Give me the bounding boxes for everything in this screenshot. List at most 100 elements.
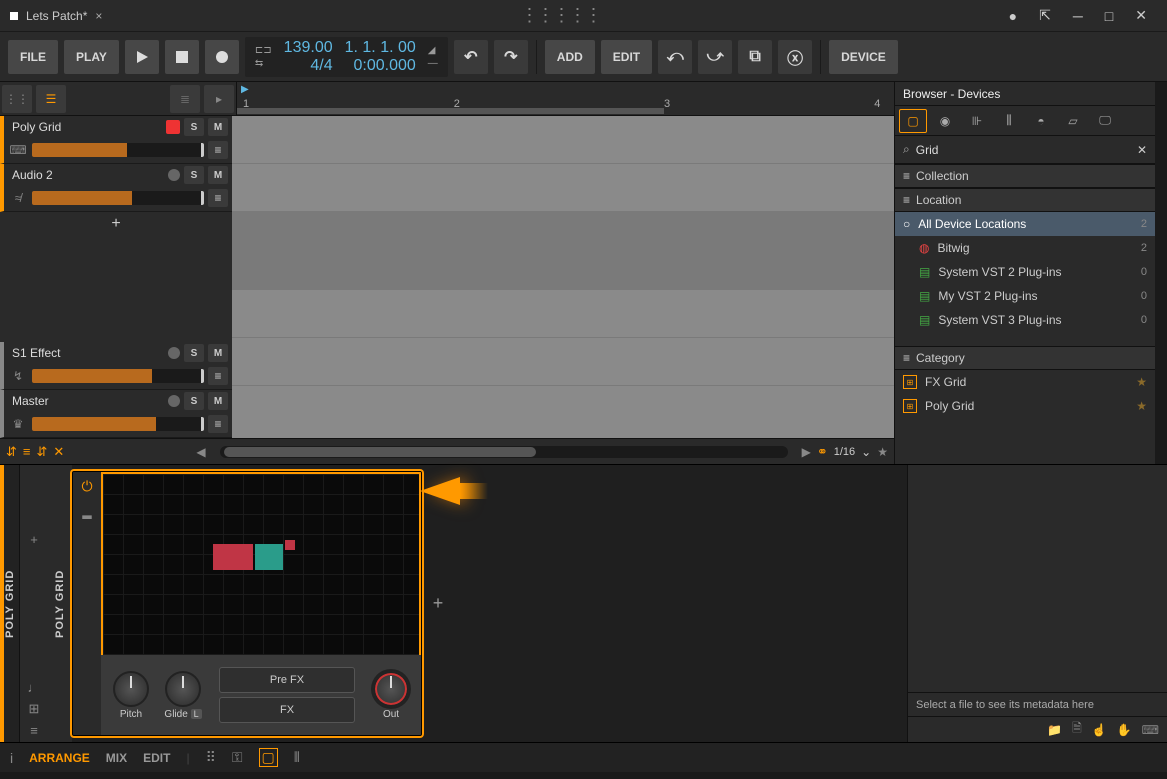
- collapse-icon[interactable]: ⇵: [37, 444, 48, 460]
- chain-strip[interactable]: POLY GRID: [0, 465, 20, 742]
- record-arm-icon[interactable]: [168, 395, 180, 407]
- mute-button[interactable]: M: [208, 392, 228, 410]
- multisamples-tab-icon[interactable]: ⫼: [995, 109, 1023, 133]
- zoom-value[interactable]: 1/16: [834, 446, 855, 458]
- keyboard-icon[interactable]: ⌨: [1142, 723, 1159, 737]
- location-item[interactable]: ▤ System VST 2 Plug-ins 0: [895, 260, 1155, 284]
- power-icon[interactable]: ⏻: [81, 478, 92, 495]
- note-icon[interactable]: ♩: [28, 680, 41, 695]
- panel-square-icon[interactable]: ▢: [259, 748, 278, 767]
- device-button[interactable]: DEVICE: [829, 40, 898, 74]
- category-item[interactable]: ⊞ FX Grid ★: [895, 370, 1155, 394]
- mute-button[interactable]: M: [208, 344, 228, 362]
- star-icon[interactable]: ★: [1136, 399, 1147, 413]
- timeline-ruler[interactable]: ▶ 1 2 3 4: [236, 82, 894, 115]
- out-knob[interactable]: Out: [369, 671, 413, 720]
- play-icon[interactable]: [125, 40, 159, 74]
- track-item[interactable]: S1 Effect S M ↯ ≡: [0, 342, 232, 390]
- track-item[interactable]: Audio 2 S M ≉ ≡: [0, 164, 232, 212]
- record-arm-icon[interactable]: [168, 169, 180, 181]
- category-section[interactable]: ≡Category: [895, 346, 1155, 370]
- track-name[interactable]: Poly Grid: [8, 120, 162, 134]
- track-menu-icon[interactable]: ≡: [208, 367, 228, 385]
- volume-fader[interactable]: [32, 143, 204, 157]
- record-arm-icon[interactable]: [168, 347, 180, 359]
- file-button[interactable]: FILE: [8, 40, 58, 74]
- location-item[interactable]: ▤ My VST 2 Plug-ins 0: [895, 284, 1155, 308]
- arrange-tab[interactable]: ARRANGE: [29, 751, 90, 765]
- fx-button[interactable]: FX: [219, 697, 355, 723]
- location-item[interactable]: ○ All Device Locations 2: [895, 212, 1155, 236]
- presets-tab-icon[interactable]: ◉: [931, 109, 959, 133]
- track-name[interactable]: Master: [8, 394, 164, 408]
- solo-button[interactable]: S: [184, 344, 204, 362]
- panel-bars-icon[interactable]: ⦀: [294, 749, 300, 766]
- zoom-chevron-icon[interactable]: ⌄: [861, 445, 871, 459]
- tap-icon[interactable]: ☝: [1092, 723, 1107, 737]
- redo-icon[interactable]: ↷: [494, 40, 528, 74]
- poly-grid-device[interactable]: ⏻ ▂ Pitch Glide L: [72, 471, 422, 736]
- project-tab[interactable]: Lets Patch* ×: [0, 0, 112, 31]
- loop-region[interactable]: [237, 108, 664, 114]
- search-input[interactable]: [916, 143, 1131, 157]
- location-section[interactable]: ≡Location: [895, 188, 1155, 212]
- maximize-icon[interactable]: □: [1105, 8, 1113, 24]
- expand-icon[interactable]: ⇱: [1039, 7, 1051, 24]
- undo-icon[interactable]: ↶: [454, 40, 488, 74]
- samples-tab-icon[interactable]: ⊪: [963, 109, 991, 133]
- glide-knob[interactable]: Glide L: [161, 671, 205, 720]
- arrange-area[interactable]: [232, 116, 894, 438]
- pointer-tool-icon[interactable]: ▸: [204, 85, 234, 113]
- add-button[interactable]: ADD: [545, 40, 595, 74]
- mute-button[interactable]: M: [208, 118, 228, 136]
- time-value[interactable]: 0:00.000: [345, 57, 416, 75]
- controller-icon[interactable]: ⠿: [206, 749, 216, 766]
- scroll-right-icon[interactable]: ▶: [802, 445, 811, 459]
- history-back-icon[interactable]: ⤺: [658, 40, 692, 74]
- mix-tab[interactable]: MIX: [106, 751, 127, 765]
- add-device-after-icon[interactable]: +: [428, 465, 448, 742]
- close-tab-icon[interactable]: ×: [95, 9, 102, 23]
- add-track-button[interactable]: +: [0, 212, 232, 236]
- category-item[interactable]: ⊞ Poly Grid ★: [895, 394, 1155, 418]
- solo-button[interactable]: S: [184, 392, 204, 410]
- play-label-button[interactable]: PLAY: [64, 40, 119, 74]
- track-item[interactable]: Poly Grid S M ⌨ ≡: [0, 116, 232, 164]
- automation-lane-icon[interactable]: ≣: [170, 85, 200, 113]
- track-name[interactable]: Audio 2: [8, 168, 164, 182]
- location-item[interactable]: ▤ System VST 3 Plug-ins 0: [895, 308, 1155, 332]
- timesig-value[interactable]: 4/4: [284, 57, 333, 75]
- tempo-value[interactable]: 139.00: [284, 39, 333, 57]
- track-name[interactable]: S1 Effect: [8, 346, 164, 360]
- page-icon[interactable]: 🗎: [1072, 719, 1082, 740]
- duplicate-icon[interactable]: ⧉: [738, 40, 772, 74]
- hand-icon[interactable]: ✋: [1117, 723, 1132, 737]
- star-icon[interactable]: ★: [1136, 375, 1147, 389]
- repeat-icon[interactable]: ⇆: [255, 58, 272, 69]
- stop-icon[interactable]: [165, 40, 199, 74]
- info-icon[interactable]: i: [10, 750, 13, 766]
- grid-module[interactable]: [285, 540, 295, 550]
- add-device-before-icon[interactable]: +: [30, 532, 38, 547]
- mute-button[interactable]: M: [208, 166, 228, 184]
- edit-tab[interactable]: EDIT: [143, 751, 170, 765]
- device-grid[interactable]: [101, 472, 421, 655]
- history-fwd-icon[interactable]: ⤻: [698, 40, 732, 74]
- tracklist-icon[interactable]: ≡: [23, 444, 31, 459]
- clip-launcher-toggle-icon[interactable]: ⋮⋮: [2, 85, 32, 113]
- metronome-icons[interactable]: ◢ —: [428, 45, 438, 69]
- clear-search-icon[interactable]: ✕: [1137, 143, 1147, 157]
- delete-icon[interactable]: ⓧ: [778, 40, 812, 74]
- minimize-icon[interactable]: ─: [1073, 8, 1083, 24]
- arranger-toggle-icon[interactable]: ☰: [36, 85, 66, 113]
- track-menu-icon[interactable]: ≡: [208, 189, 228, 207]
- grid-module[interactable]: [255, 544, 283, 570]
- key-icon[interactable]: ⚿: [232, 749, 243, 766]
- h-scrollbar[interactable]: [220, 446, 788, 458]
- music-tab-icon[interactable]: ◓: [1027, 109, 1055, 133]
- punch-icon[interactable]: —: [428, 58, 438, 69]
- record-icon[interactable]: [205, 40, 239, 74]
- position-value[interactable]: 1. 1. 1. 00: [345, 39, 416, 57]
- folder-icon[interactable]: 📁: [1047, 723, 1062, 737]
- record-dot-icon[interactable]: ●: [1009, 8, 1017, 24]
